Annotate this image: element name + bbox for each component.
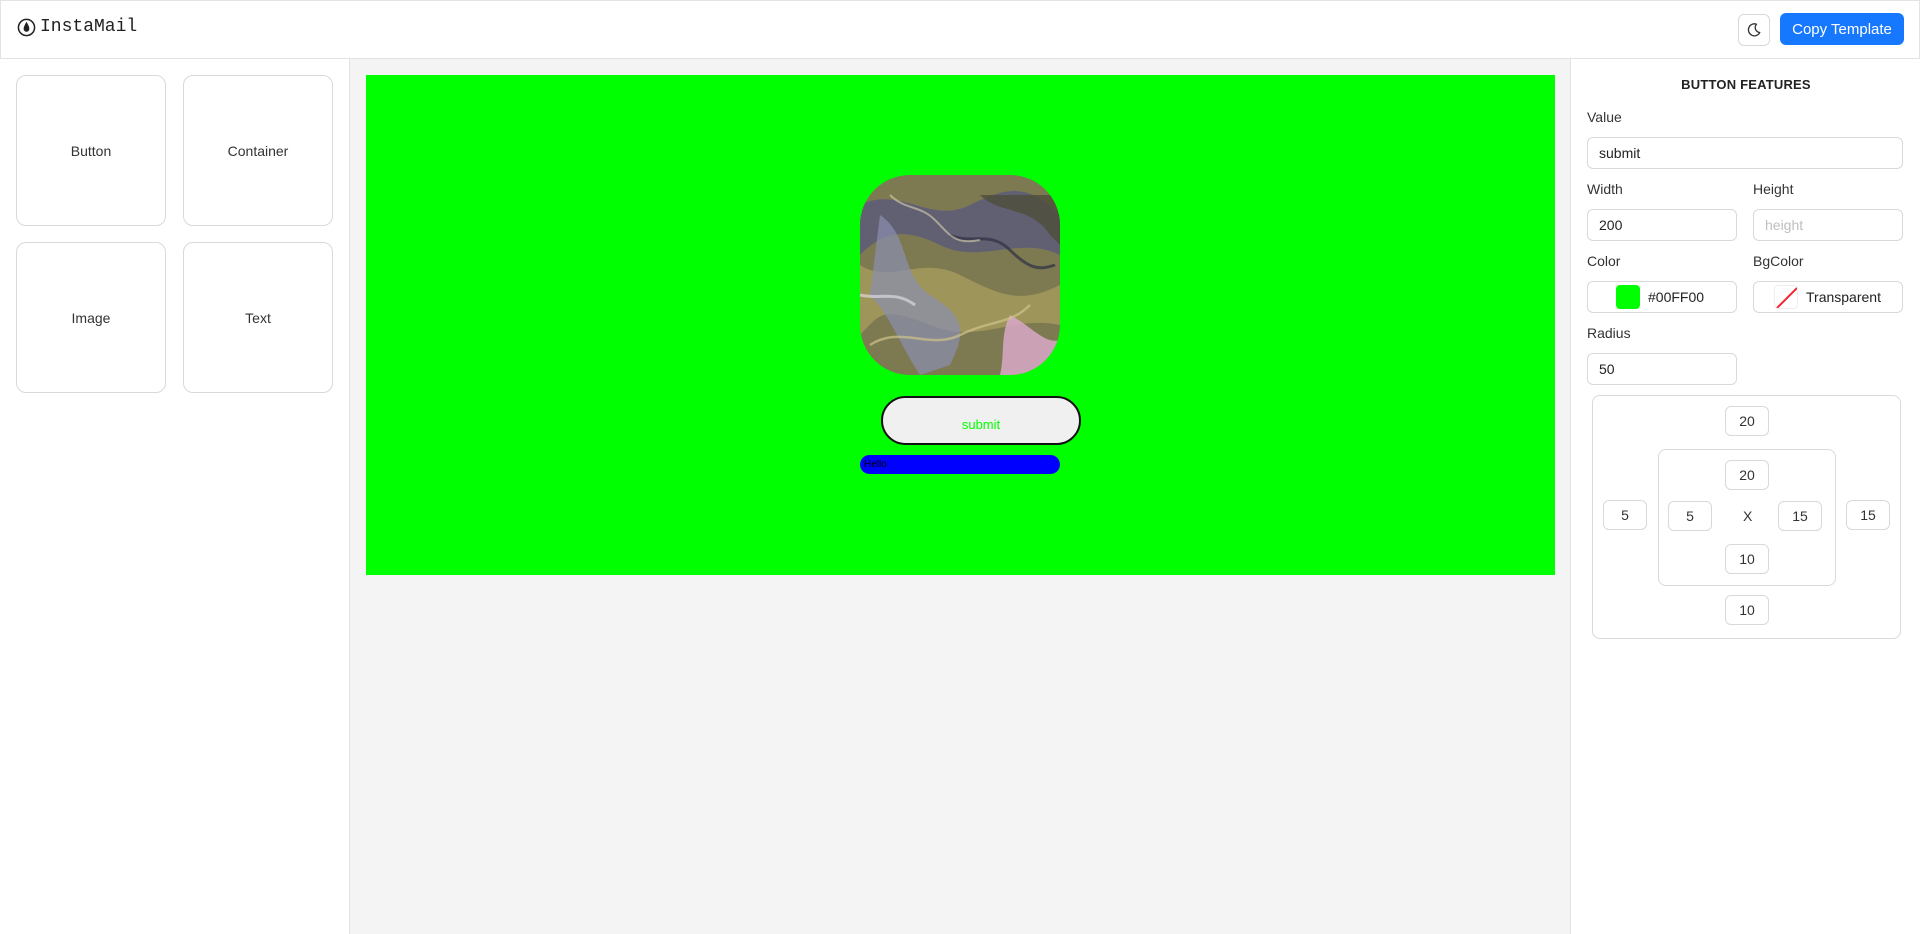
tool-image[interactable]: Image	[16, 242, 166, 393]
margin-bottom-input[interactable]: 10	[1725, 595, 1769, 625]
bgcolor-picker[interactable]: Transparent	[1753, 281, 1903, 313]
padding-box: 20 10 5 15 X	[1658, 449, 1836, 586]
padding-bottom-input[interactable]: 10	[1725, 544, 1769, 574]
tool-label: Text	[245, 309, 271, 326]
components-sidebar: Button Container Image Text	[0, 59, 350, 934]
bgcolor-label: BgColor	[1753, 253, 1804, 269]
top-bar: InstaMail Copy Template	[0, 0, 1920, 59]
padding-left-input[interactable]: 5	[1668, 501, 1712, 531]
center-mark: X	[1743, 508, 1753, 524]
margin-left-input[interactable]: 5	[1603, 500, 1647, 530]
width-input[interactable]: 200	[1587, 209, 1737, 241]
padding-top-input[interactable]: 20	[1725, 460, 1769, 490]
email-submit-button[interactable]: submit	[881, 396, 1081, 445]
value-input[interactable]: submit	[1587, 137, 1903, 169]
color-value: #00FF00	[1648, 289, 1705, 305]
app-name: InstaMail	[40, 17, 138, 37]
email-container-block[interactable]: submit Hello	[366, 75, 1555, 575]
app-logo: InstaMail	[17, 17, 137, 37]
tool-label: Container	[227, 142, 289, 159]
transparent-swatch-icon	[1774, 285, 1798, 309]
tool-label: Button	[70, 142, 112, 159]
tool-container[interactable]: Container	[183, 75, 333, 226]
tool-text[interactable]: Text	[183, 242, 333, 393]
radius-input[interactable]: 50	[1587, 353, 1737, 385]
height-input[interactable]: height	[1753, 209, 1903, 241]
margin-box: 20 10 5 15 20 10 5 15 X	[1592, 395, 1901, 639]
color-picker[interactable]: #00FF00	[1587, 281, 1737, 313]
drop-logo-icon	[17, 18, 36, 36]
copy-template-button[interactable]: Copy Template	[1780, 13, 1904, 45]
width-label: Width	[1587, 181, 1623, 197]
email-button-label: submit	[961, 417, 1001, 432]
color-swatch	[1616, 285, 1640, 309]
satellite-image	[860, 175, 1060, 375]
tool-button[interactable]: Button	[16, 75, 166, 226]
color-label: Color	[1587, 253, 1621, 269]
bgcolor-value: Transparent	[1806, 289, 1881, 305]
panel-title: BUTTON FEATURES	[1681, 77, 1811, 92]
email-text-block[interactable]: Hello	[860, 455, 1060, 474]
email-text-content: Hello	[864, 459, 887, 470]
value-label: Value	[1587, 109, 1622, 125]
email-image-block[interactable]	[860, 175, 1060, 375]
properties-panel: BUTTON FEATURES Value submit Width 200 H…	[1570, 59, 1920, 934]
email-canvas: submit Hello	[350, 59, 1570, 934]
tool-label: Image	[71, 309, 111, 326]
height-label: Height	[1753, 181, 1794, 197]
padding-right-input[interactable]: 15	[1778, 501, 1822, 531]
moon-icon	[1747, 23, 1761, 37]
theme-toggle-button[interactable]	[1738, 14, 1770, 46]
radius-label: Radius	[1587, 325, 1631, 341]
margin-right-input[interactable]: 15	[1846, 500, 1890, 530]
margin-top-input[interactable]: 20	[1725, 406, 1769, 436]
